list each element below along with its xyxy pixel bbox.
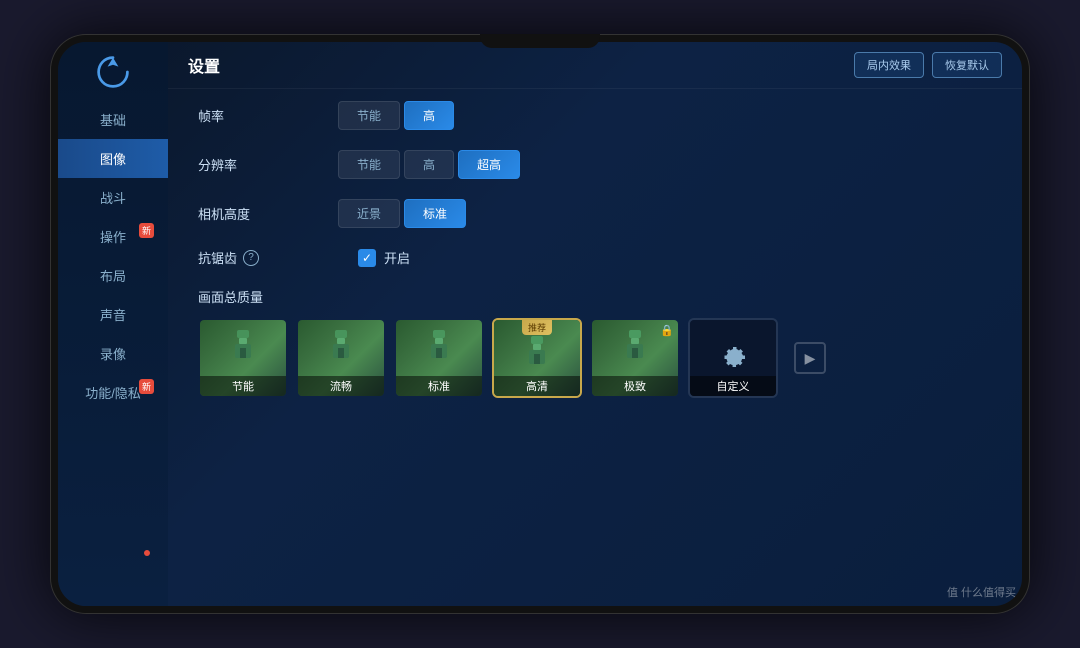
quality-card-jizhi[interactable]: 🔒 极致 bbox=[590, 318, 680, 398]
header-action-buttons: 局内效果 恢复默认 bbox=[854, 52, 1002, 78]
sidebar-item-luxiang[interactable]: 录像 bbox=[58, 334, 168, 373]
antialias-checkbox[interactable] bbox=[358, 249, 376, 267]
sidebar-bottom-dot bbox=[144, 550, 150, 556]
resolution-option-gao[interactable]: 高 bbox=[404, 150, 454, 179]
antialias-enabled-label: 开启 bbox=[384, 248, 410, 267]
quality-card-label-biaozhun: 标准 bbox=[396, 376, 482, 396]
watermark: 值 什么值得买 bbox=[947, 584, 1016, 600]
framerate-option-gao[interactable]: 高 bbox=[404, 101, 454, 130]
framerate-option-jieneng[interactable]: 节能 bbox=[338, 101, 400, 130]
sidebar-item-caozuo[interactable]: 操作 新 bbox=[58, 217, 168, 256]
resolution-options: 节能 高 超高 bbox=[338, 150, 520, 179]
framerate-row: 帧率 节能 高 bbox=[198, 101, 992, 130]
antialias-row: 抗锯齿 ? 开启 bbox=[198, 248, 992, 267]
quality-cards-container: 节能 流畅 bbox=[198, 318, 992, 398]
resolution-option-chaogao[interactable]: 超高 bbox=[458, 150, 520, 179]
new-badge-caozuo: 新 bbox=[139, 223, 154, 238]
recommend-badge: 推荐 bbox=[522, 320, 552, 335]
quality-card-biaozhun[interactable]: 标准 bbox=[394, 318, 484, 398]
sidebar-item-zhandou[interactable]: 战斗 bbox=[58, 178, 168, 217]
quality-card-label-jieneng: 节能 bbox=[200, 376, 286, 396]
phone-screen: 基础 图像 战斗 操作 新 布局 声音 录像 功能/隐私 新 bbox=[58, 42, 1022, 606]
quality-card-jieneng[interactable]: 节能 bbox=[198, 318, 288, 398]
sidebar-item-buju[interactable]: 布局 bbox=[58, 256, 168, 295]
framerate-options: 节能 高 bbox=[338, 101, 454, 130]
video-preview-button[interactable] bbox=[794, 342, 826, 374]
new-badge-gongneng: 新 bbox=[139, 379, 154, 394]
quality-card-zidingyi[interactable]: 自定义 bbox=[688, 318, 778, 398]
quality-card-label-jizhi: 极致 bbox=[592, 376, 678, 396]
sidebar-item-gongneng[interactable]: 功能/隐私 新 bbox=[58, 373, 168, 412]
sidebar-item-shengyin[interactable]: 声音 bbox=[58, 295, 168, 334]
quality-card-liuchang[interactable]: 流畅 bbox=[296, 318, 386, 398]
page-title: 设置 bbox=[188, 53, 220, 77]
quality-section-title: 画面总质量 bbox=[198, 287, 992, 306]
antialias-help-icon[interactable]: ? bbox=[243, 250, 259, 266]
settings-header: 设置 局内效果 恢复默认 bbox=[168, 42, 1022, 89]
lock-icon: 🔒 bbox=[660, 324, 674, 337]
resolution-label: 分辨率 bbox=[198, 155, 278, 174]
restore-default-button[interactable]: 恢复默认 bbox=[932, 52, 1002, 78]
quality-section: 画面总质量 节 bbox=[198, 287, 992, 398]
phone-frame: 基础 图像 战斗 操作 新 布局 声音 录像 功能/隐私 新 bbox=[50, 34, 1030, 614]
quality-card-label-zidingyi: 自定义 bbox=[690, 376, 776, 396]
camera-height-row: 相机高度 近景 标准 bbox=[198, 199, 992, 228]
in-game-effects-button[interactable]: 局内效果 bbox=[854, 52, 924, 78]
framerate-label: 帧率 bbox=[198, 106, 278, 125]
camera-option-jinjing[interactable]: 近景 bbox=[338, 199, 400, 228]
quality-card-label-gaoqing: 高清 bbox=[494, 376, 580, 396]
camera-height-options: 近景 标准 bbox=[338, 199, 466, 228]
camera-option-biaozhun[interactable]: 标准 bbox=[404, 199, 466, 228]
sidebar-item-jichU[interactable]: 基础 bbox=[58, 100, 168, 139]
resolution-row: 分辨率 节能 高 超高 bbox=[198, 150, 992, 179]
quality-card-label-liuchang: 流畅 bbox=[298, 376, 384, 396]
antialias-label: 抗锯齿 bbox=[198, 248, 237, 267]
camera-height-label: 相机高度 bbox=[198, 204, 278, 223]
resolution-option-jieneng[interactable]: 节能 bbox=[338, 150, 400, 179]
quality-card-gaoqing[interactable]: 推荐 高清 bbox=[492, 318, 582, 398]
main-content: 设置 局内效果 恢复默认 帧率 节能 高 分辨率 bbox=[168, 42, 1022, 606]
antialias-checkbox-group: 开启 bbox=[358, 248, 410, 267]
sidebar-item-tUxiang[interactable]: 图像 bbox=[58, 139, 168, 178]
settings-area: 帧率 节能 高 分辨率 节能 高 超高 bbox=[168, 89, 1022, 606]
sidebar: 基础 图像 战斗 操作 新 布局 声音 录像 功能/隐私 新 bbox=[58, 42, 168, 606]
app-logo bbox=[93, 52, 133, 92]
antialias-label-group: 抗锯齿 ? bbox=[198, 248, 338, 267]
